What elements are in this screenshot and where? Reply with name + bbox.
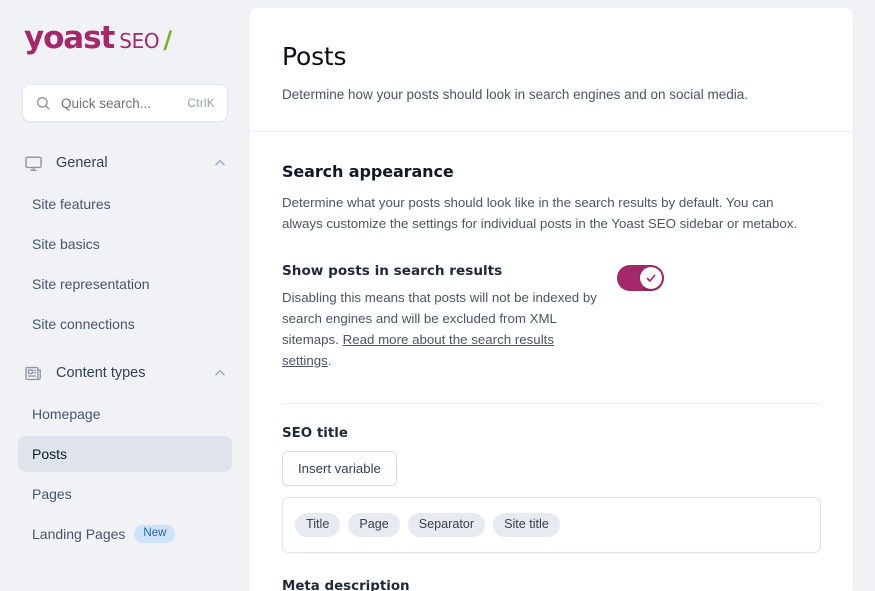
search-shortcut-hint: CtrlK [187, 96, 215, 110]
variable-chip-site-title[interactable]: Site title [493, 512, 560, 537]
app-root: yoast SEO / CtrlK [0, 0, 875, 591]
sidebar-item-label: Site representation [32, 276, 150, 292]
insert-variable-button[interactable]: Insert variable [282, 450, 397, 486]
quick-search-box[interactable]: CtrlK [22, 84, 228, 122]
settings-card: Posts Determine how your posts should lo… [250, 8, 853, 591]
sidebar: yoast SEO / CtrlK [0, 0, 250, 591]
logo-wrapper: yoast SEO / [0, 0, 250, 62]
sidebar-item-site-basics[interactable]: Site basics [18, 226, 232, 262]
sidebar-sub-content-types: Homepage Posts Pages Landing Pages New [0, 396, 250, 552]
status-badge-new: New [134, 525, 176, 543]
monitor-icon [22, 152, 44, 174]
sidebar-group-general[interactable]: General [0, 144, 250, 182]
show-posts-in-search-results-row: Show posts in search results Disabling t… [282, 263, 821, 371]
section-title-search-appearance: Search appearance [282, 162, 454, 182]
sidebar-item-posts[interactable]: Posts [18, 436, 232, 472]
meta-description-field-block: Meta description [282, 579, 821, 591]
logo-product-text: SEO [119, 28, 160, 53]
sidebar-sub-general: Site features Site basics Site represent… [0, 186, 250, 342]
check-icon [646, 274, 656, 282]
toggle-description: Disabling this means that posts will not… [282, 287, 607, 371]
sidebar-item-label: Homepage [32, 406, 101, 422]
seo-title-field-block: SEO title Insert variable Title Page Sep… [282, 426, 821, 553]
meta-description-label: Meta description [282, 578, 410, 591]
card-body: Search appearance Determine what your po… [250, 132, 853, 591]
variable-chip-page[interactable]: Page [348, 512, 400, 537]
section-divider [282, 402, 821, 404]
sidebar-item-homepage[interactable]: Homepage [18, 396, 232, 432]
toggle-control-wrapper [617, 263, 664, 296]
card-header: Posts Determine how your posts should lo… [250, 8, 853, 133]
sidebar-item-site-features[interactable]: Site features [18, 186, 232, 222]
chevron-up-icon[interactable] [212, 365, 228, 381]
chevron-up-icon[interactable] [212, 155, 228, 171]
sidebar-item-site-connections[interactable]: Site connections [18, 306, 232, 342]
seo-title-label: SEO title [282, 425, 348, 441]
sidebar-item-label: Landing Pages [32, 526, 126, 542]
sidebar-item-label: Pages [32, 486, 72, 502]
toggle-label: Show posts in search results [282, 262, 503, 279]
main-content: Posts Determine how your posts should lo… [250, 0, 875, 591]
sidebar-group-label: General [56, 155, 108, 171]
seo-title-input[interactable]: Title Page Separator Site title [282, 496, 821, 553]
variable-chip-title[interactable]: Title [295, 512, 341, 537]
sidebar-item-pages[interactable]: Pages [18, 476, 232, 512]
newspaper-icon [22, 362, 44, 384]
sidebar-nav: General Site features Site basics Site r… [0, 144, 250, 552]
sidebar-item-landing-pages[interactable]: Landing Pages New [18, 516, 232, 552]
toggle-description-text-after: . [327, 352, 332, 368]
search-input[interactable] [61, 95, 180, 111]
logo-slash-icon: / [163, 25, 173, 54]
sidebar-item-label: Posts [32, 446, 68, 462]
page-subtitle: Determine how your posts should look in … [282, 87, 749, 102]
search-icon [35, 95, 51, 111]
sidebar-group-label: Content types [56, 365, 146, 381]
sidebar-item-label: Site features [32, 196, 111, 212]
sidebar-item-label: Site basics [32, 236, 100, 252]
logo-brand-text: yoast [24, 19, 115, 56]
yoast-seo-logo[interactable]: yoast SEO / [24, 19, 173, 56]
toggle-text-block: Show posts in search results Disabling t… [282, 263, 607, 371]
page-title: Posts [282, 42, 347, 71]
toggle-knob [640, 266, 662, 289]
sidebar-item-site-representation[interactable]: Site representation [18, 266, 232, 302]
sidebar-item-label: Site connections [32, 316, 135, 332]
sidebar-group-content-types[interactable]: Content types [0, 354, 250, 392]
show-posts-toggle[interactable] [617, 264, 664, 291]
section-description: Determine what your posts should look li… [282, 195, 798, 231]
variable-chip-separator[interactable]: Separator [407, 512, 486, 537]
